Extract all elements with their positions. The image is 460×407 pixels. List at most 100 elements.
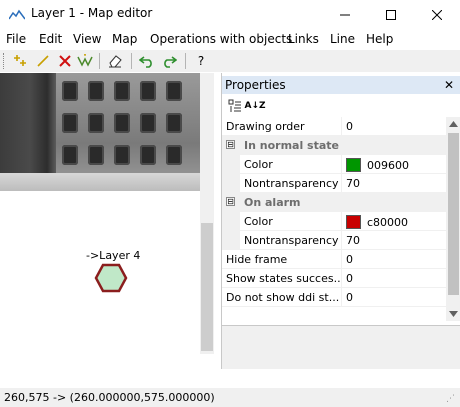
photo-window bbox=[166, 145, 182, 165]
menu-edit[interactable]: Edit bbox=[39, 32, 62, 46]
photo-base bbox=[0, 173, 214, 191]
property-description-area bbox=[222, 325, 460, 369]
property-row[interactable]: Color 009600 bbox=[222, 155, 446, 174]
resize-grip-icon[interactable]: ⋰ bbox=[446, 394, 455, 404]
property-row[interactable]: Color c80000 bbox=[222, 212, 446, 231]
properties-panel: Properties ✕ A↓Z Drawing order 0 ⊟ In norma… bbox=[221, 73, 460, 369]
property-name: Hide frame bbox=[222, 250, 342, 269]
maximize-button[interactable] bbox=[368, 0, 414, 29]
photo-window bbox=[62, 113, 78, 133]
property-category[interactable]: ⊟ In normal state bbox=[222, 136, 446, 155]
help-icon: ? bbox=[197, 54, 205, 68]
toolbar: ? bbox=[0, 50, 460, 72]
indent-gutter bbox=[222, 231, 240, 250]
eraser-button[interactable] bbox=[106, 52, 124, 70]
property-value[interactable]: 0 bbox=[343, 117, 446, 136]
properties-close-icon[interactable]: ✕ bbox=[444, 78, 454, 92]
indent-gutter bbox=[222, 155, 240, 174]
menu-map[interactable]: Map bbox=[112, 32, 137, 46]
property-row[interactable]: Hide frame 0 bbox=[222, 250, 446, 269]
property-value-text: 0 bbox=[346, 291, 353, 304]
maximize-icon bbox=[386, 9, 396, 20]
property-value[interactable]: c80000 bbox=[343, 212, 446, 231]
property-name: Drawing order bbox=[222, 117, 342, 136]
property-value[interactable]: 0 bbox=[343, 269, 446, 288]
photo-window bbox=[88, 113, 104, 133]
scroll-up-icon[interactable] bbox=[449, 121, 458, 127]
edit-vertices-button[interactable] bbox=[76, 52, 94, 70]
undo-button[interactable] bbox=[138, 52, 156, 70]
property-name: Color bbox=[240, 212, 342, 231]
property-category[interactable]: ⊟ On alarm bbox=[222, 193, 446, 212]
categorized-button[interactable] bbox=[226, 97, 244, 115]
toolbar-separator bbox=[99, 53, 100, 69]
layer-link-label[interactable]: ->Layer 4 bbox=[86, 249, 140, 262]
toolbar-separator bbox=[185, 53, 186, 69]
property-value[interactable]: 0 bbox=[343, 288, 446, 307]
photo-window bbox=[140, 145, 156, 165]
property-value-text: 70 bbox=[346, 177, 360, 190]
property-name: Nontransparency bbox=[240, 231, 342, 250]
property-value-text: 0 bbox=[346, 272, 353, 285]
property-value[interactable]: 70 bbox=[343, 174, 446, 193]
redo-button[interactable] bbox=[160, 52, 178, 70]
canvas-vertical-scrollbar[interactable] bbox=[200, 73, 214, 354]
color-swatch[interactable] bbox=[346, 215, 361, 229]
minimize-icon bbox=[340, 14, 350, 15]
category-label: In normal state bbox=[244, 139, 339, 152]
menu-operations[interactable]: Operations with objects bbox=[150, 32, 292, 46]
property-value-text: 0 bbox=[346, 253, 353, 266]
categorized-icon bbox=[228, 99, 241, 112]
scrollbar-thumb[interactable] bbox=[448, 133, 459, 295]
property-value[interactable]: 0 bbox=[343, 250, 446, 269]
title-bar: Layer 1 - Map editor bbox=[0, 0, 460, 29]
scrollbar-thumb[interactable] bbox=[201, 223, 213, 351]
menu-help[interactable]: Help bbox=[366, 32, 393, 46]
photo-window bbox=[62, 81, 78, 101]
status-bar: 260,575 -> (260.000000,575.000000) ⋰ bbox=[0, 388, 460, 407]
photo-window bbox=[88, 81, 104, 101]
property-row[interactable]: Show states succes... 0 bbox=[222, 269, 446, 288]
property-name: Show states succes... bbox=[222, 269, 342, 288]
indent-gutter bbox=[222, 174, 240, 193]
sort-az-icon: A↓Z bbox=[244, 101, 266, 111]
alphabetical-button[interactable]: A↓Z bbox=[244, 97, 266, 115]
delete-button[interactable] bbox=[56, 52, 74, 70]
category-label: On alarm bbox=[244, 196, 301, 209]
properties-header: Properties ✕ bbox=[222, 76, 460, 94]
property-name: Do not show ddi st... bbox=[222, 288, 342, 307]
photo-window bbox=[114, 113, 130, 133]
help-button[interactable]: ? bbox=[192, 52, 210, 70]
layer-hexagon-object[interactable] bbox=[94, 263, 128, 293]
toolbar-grip[interactable] bbox=[3, 53, 6, 69]
property-value[interactable]: 70 bbox=[343, 231, 446, 250]
property-value[interactable]: 009600 bbox=[343, 155, 446, 174]
property-name: Color bbox=[240, 155, 342, 174]
close-button[interactable] bbox=[414, 0, 460, 29]
properties-title: Properties bbox=[225, 78, 286, 92]
menu-line[interactable]: Line bbox=[330, 32, 355, 46]
undo-icon bbox=[139, 56, 152, 68]
property-grid[interactable]: Drawing order 0 ⊟ In normal state Color 00960… bbox=[222, 117, 446, 321]
photo-window bbox=[114, 81, 130, 101]
properties-scrollbar[interactable] bbox=[446, 117, 460, 321]
property-row[interactable]: Drawing order 0 bbox=[222, 117, 446, 136]
property-row[interactable]: Nontransparency 70 bbox=[222, 231, 446, 250]
menu-links[interactable]: Links bbox=[288, 32, 319, 46]
property-row[interactable]: Do not show ddi st... 0 bbox=[222, 288, 446, 307]
add-points-button[interactable] bbox=[12, 52, 30, 70]
property-row[interactable]: Nontransparency 70 bbox=[222, 174, 446, 193]
minimize-button[interactable] bbox=[322, 0, 368, 29]
property-value-text: 009600 bbox=[367, 159, 409, 172]
property-value-text: 70 bbox=[346, 234, 360, 247]
menu-view[interactable]: View bbox=[73, 32, 101, 46]
edit-vertices-icon bbox=[77, 54, 93, 67]
draw-line-button[interactable] bbox=[34, 52, 52, 70]
scroll-down-icon[interactable] bbox=[449, 311, 458, 317]
menu-file[interactable]: File bbox=[6, 32, 26, 46]
map-canvas[interactable]: ->Layer 4 bbox=[0, 73, 214, 369]
properties-toolbar: A↓Z bbox=[222, 95, 460, 117]
color-swatch[interactable] bbox=[346, 158, 361, 172]
background-photo bbox=[0, 73, 214, 191]
property-name: Nontransparency bbox=[240, 174, 342, 193]
